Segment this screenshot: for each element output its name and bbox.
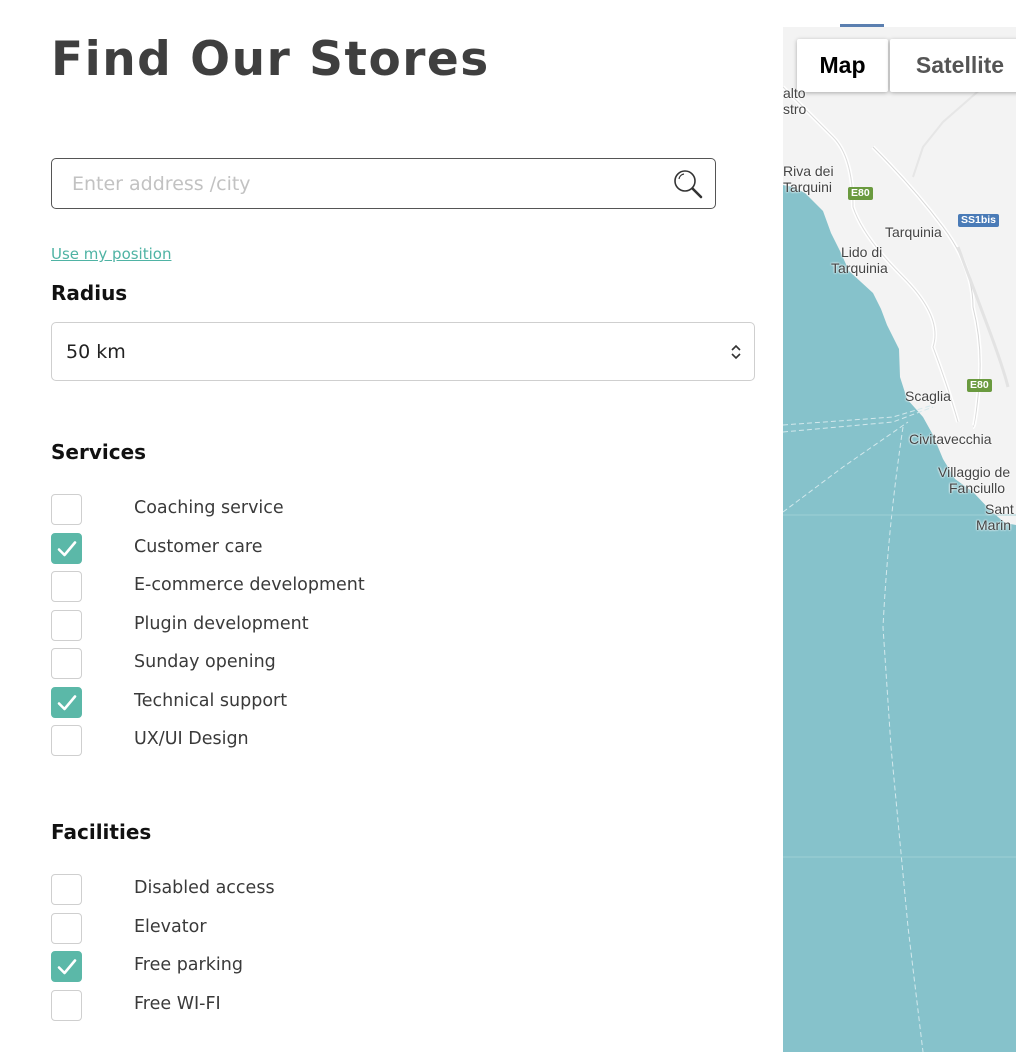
radius-heading: Radius <box>51 281 128 305</box>
checkbox-label: Plugin development <box>134 613 309 634</box>
store-map[interactable]: Map Satellite alto stro Riva dei Tarquin… <box>783 27 1016 1052</box>
checkbox[interactable] <box>51 648 82 679</box>
map-label: Villaggio de <box>938 464 1011 480</box>
checkbox-label: Sunday opening <box>134 652 276 672</box>
checkbox-label: UX/UI Design <box>134 729 249 749</box>
map-label: Civitavecchia <box>909 431 992 447</box>
store-finder-panel: Find Our Stores Use my position Radius 5… <box>0 0 783 1052</box>
checkbox[interactable] <box>51 912 82 944</box>
map-label: Riva dei <box>783 163 834 179</box>
checkbox[interactable] <box>51 725 82 756</box>
checkbox[interactable] <box>51 874 82 905</box>
radius-selected-value: 50 km <box>66 341 126 363</box>
map-label: Sant <box>985 501 1014 517</box>
map-type-map-button[interactable]: Map <box>797 39 888 92</box>
map-type-satellite-button[interactable]: Satellite <box>890 39 1016 92</box>
checkbox[interactable] <box>51 494 82 525</box>
map-label: alto <box>783 85 806 101</box>
checkbox[interactable] <box>51 532 82 564</box>
road-shield: SS1bis <box>958 214 1000 227</box>
map-label: Tarquini <box>783 179 833 195</box>
map-label: Lido di <box>841 244 883 260</box>
checkbox-label: Free parking <box>134 955 243 975</box>
facilities-heading: Facilities <box>51 820 152 844</box>
checkbox[interactable] <box>51 686 82 718</box>
checkmark-icon <box>57 959 77 975</box>
use-my-position-link[interactable]: Use my position <box>51 245 171 263</box>
checkbox-label: Coaching service <box>134 498 284 518</box>
road-shield: E80 <box>967 379 992 392</box>
map-label: Fanciullo <box>949 480 1006 496</box>
search-icon[interactable] <box>671 167 705 201</box>
map-label: Tarquinia <box>885 224 942 240</box>
road-shield: E80 <box>848 187 873 200</box>
checkbox[interactable] <box>51 951 82 982</box>
address-search-input[interactable] <box>72 159 662 208</box>
checkbox[interactable] <box>51 571 82 602</box>
map-label: Tarquinia <box>831 260 888 276</box>
checkbox-label: Elevator <box>134 916 207 937</box>
checkbox[interactable] <box>51 609 82 641</box>
search-box <box>51 158 716 209</box>
map-label: Marin <box>976 517 1012 533</box>
chevron-up-down-icon <box>731 344 741 360</box>
checkbox-label: Disabled access <box>134 878 275 898</box>
checkbox-label: Customer care <box>134 536 263 557</box>
map-label: Scaglia <box>905 388 951 404</box>
checkbox[interactable] <box>51 989 82 1021</box>
checkmark-icon <box>57 694 77 710</box>
services-heading: Services <box>51 440 147 464</box>
page-title: Find Our Stores <box>51 32 490 87</box>
checkbox-label: Technical support <box>134 690 288 711</box>
radius-select[interactable]: 50 km <box>51 322 755 381</box>
checkbox-label: E-commerce development <box>134 575 365 595</box>
checkbox-label: Free WI-FI <box>134 993 221 1014</box>
checkmark-icon <box>57 540 77 556</box>
map-label: stro <box>783 101 807 117</box>
